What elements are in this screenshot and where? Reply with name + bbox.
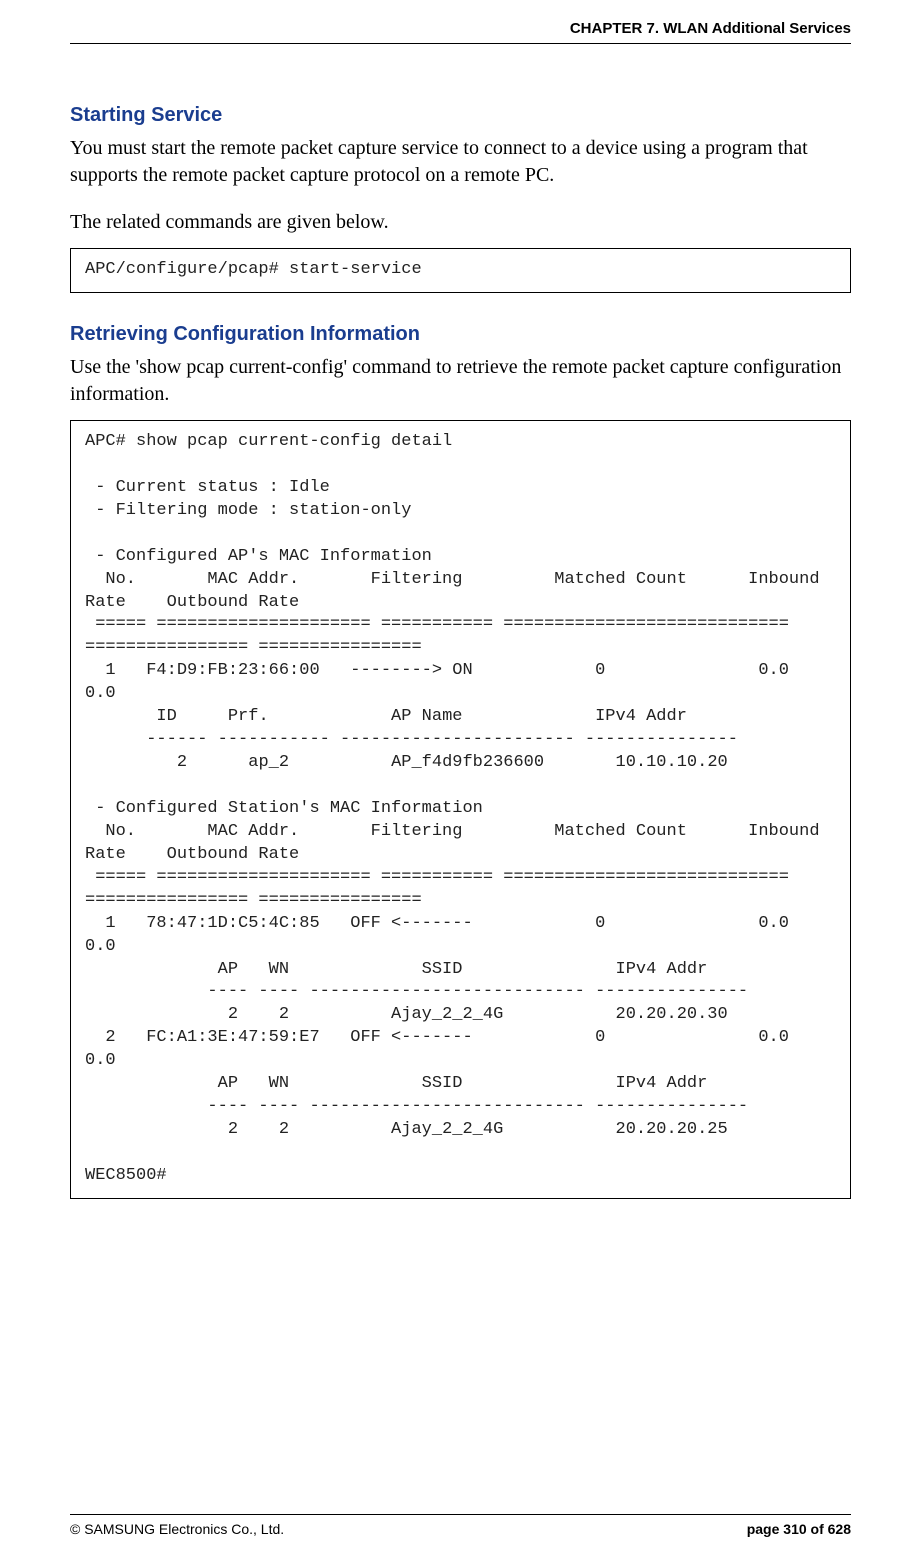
page-footer: © SAMSUNG Electronics Co., Ltd. page 310… <box>70 1514 851 1537</box>
heading-starting-service: Starting Service <box>70 104 851 127</box>
paragraph: Use the 'show pcap current-config' comma… <box>70 354 851 408</box>
paragraph: You must start the remote packet capture… <box>70 135 851 189</box>
code-block-start-service: APC/configure/pcap# start-service <box>70 248 851 293</box>
page-container: CHAPTER 7. WLAN Additional Services Star… <box>0 0 921 1565</box>
paragraph: The related commands are given below. <box>70 209 851 236</box>
chapter-title: CHAPTER 7. WLAN Additional Services <box>570 20 851 37</box>
heading-retrieving-config: Retrieving Configuration Information <box>70 323 851 346</box>
footer-page-number: page 310 of 628 <box>747 1521 851 1537</box>
section-retrieving-config: Retrieving Configuration Information Use… <box>70 323 851 1199</box>
code-block-show-config: APC# show pcap current-config detail - C… <box>70 420 851 1199</box>
page-header: CHAPTER 7. WLAN Additional Services <box>70 20 851 44</box>
section-starting-service: Starting Service You must start the remo… <box>70 104 851 293</box>
footer-copyright: © SAMSUNG Electronics Co., Ltd. <box>70 1521 284 1537</box>
